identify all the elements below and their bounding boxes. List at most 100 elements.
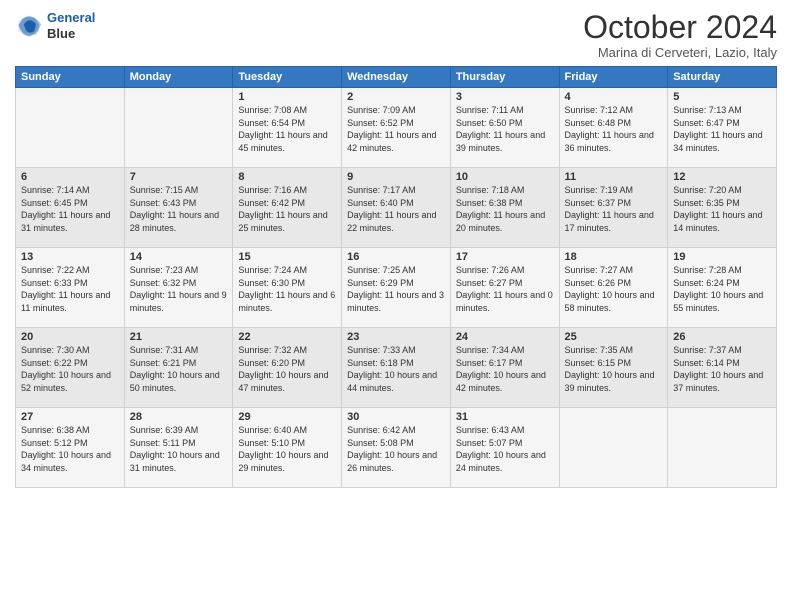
col-header-tuesday: Tuesday xyxy=(233,67,342,88)
day-number: 4 xyxy=(565,91,663,103)
day-number: 19 xyxy=(673,251,771,263)
day-number: 15 xyxy=(238,251,336,263)
header: General Blue October 2024 Marina di Cerv… xyxy=(15,10,777,60)
day-info: Sunrise: 7:25 AM Sunset: 6:29 PM Dayligh… xyxy=(347,264,445,314)
day-number: 30 xyxy=(347,411,445,423)
day-number: 18 xyxy=(565,251,663,263)
day-info: Sunrise: 6:38 AM Sunset: 5:12 PM Dayligh… xyxy=(21,424,119,474)
day-cell: 9Sunrise: 7:17 AM Sunset: 6:40 PM Daylig… xyxy=(342,168,451,248)
day-info: Sunrise: 7:33 AM Sunset: 6:18 PM Dayligh… xyxy=(347,344,445,394)
day-number: 21 xyxy=(130,331,228,343)
day-number: 26 xyxy=(673,331,771,343)
day-info: Sunrise: 7:18 AM Sunset: 6:38 PM Dayligh… xyxy=(456,184,554,234)
day-info: Sunrise: 7:11 AM Sunset: 6:50 PM Dayligh… xyxy=(456,104,554,154)
day-info: Sunrise: 7:37 AM Sunset: 6:14 PM Dayligh… xyxy=(673,344,771,394)
header-row: SundayMondayTuesdayWednesdayThursdayFrid… xyxy=(16,67,777,88)
day-cell: 7Sunrise: 7:15 AM Sunset: 6:43 PM Daylig… xyxy=(124,168,233,248)
day-info: Sunrise: 7:30 AM Sunset: 6:22 PM Dayligh… xyxy=(21,344,119,394)
day-number: 11 xyxy=(565,171,663,183)
day-number: 16 xyxy=(347,251,445,263)
logo-text: General Blue xyxy=(47,10,95,41)
day-cell: 27Sunrise: 6:38 AM Sunset: 5:12 PM Dayli… xyxy=(16,408,125,488)
day-cell: 8Sunrise: 7:16 AM Sunset: 6:42 PM Daylig… xyxy=(233,168,342,248)
day-cell: 30Sunrise: 6:42 AM Sunset: 5:08 PM Dayli… xyxy=(342,408,451,488)
day-number: 20 xyxy=(21,331,119,343)
day-number: 10 xyxy=(456,171,554,183)
day-info: Sunrise: 7:24 AM Sunset: 6:30 PM Dayligh… xyxy=(238,264,336,314)
day-info: Sunrise: 7:20 AM Sunset: 6:35 PM Dayligh… xyxy=(673,184,771,234)
col-header-friday: Friday xyxy=(559,67,668,88)
day-info: Sunrise: 7:35 AM Sunset: 6:15 PM Dayligh… xyxy=(565,344,663,394)
col-header-thursday: Thursday xyxy=(450,67,559,88)
day-info: Sunrise: 7:31 AM Sunset: 6:21 PM Dayligh… xyxy=(130,344,228,394)
day-info: Sunrise: 7:13 AM Sunset: 6:47 PM Dayligh… xyxy=(673,104,771,154)
day-info: Sunrise: 7:14 AM Sunset: 6:45 PM Dayligh… xyxy=(21,184,119,234)
day-number: 22 xyxy=(238,331,336,343)
day-info: Sunrise: 6:39 AM Sunset: 5:11 PM Dayligh… xyxy=(130,424,228,474)
day-number: 27 xyxy=(21,411,119,423)
day-info: Sunrise: 7:19 AM Sunset: 6:37 PM Dayligh… xyxy=(565,184,663,234)
day-number: 8 xyxy=(238,171,336,183)
day-cell: 25Sunrise: 7:35 AM Sunset: 6:15 PM Dayli… xyxy=(559,328,668,408)
day-number: 29 xyxy=(238,411,336,423)
day-cell xyxy=(124,88,233,168)
month-title: October 2024 xyxy=(583,10,777,45)
day-cell: 4Sunrise: 7:12 AM Sunset: 6:48 PM Daylig… xyxy=(559,88,668,168)
location-subtitle: Marina di Cerveteri, Lazio, Italy xyxy=(583,45,777,60)
day-cell: 6Sunrise: 7:14 AM Sunset: 6:45 PM Daylig… xyxy=(16,168,125,248)
day-cell: 24Sunrise: 7:34 AM Sunset: 6:17 PM Dayli… xyxy=(450,328,559,408)
day-cell: 3Sunrise: 7:11 AM Sunset: 6:50 PM Daylig… xyxy=(450,88,559,168)
col-header-monday: Monday xyxy=(124,67,233,88)
day-cell: 28Sunrise: 6:39 AM Sunset: 5:11 PM Dayli… xyxy=(124,408,233,488)
day-info: Sunrise: 7:12 AM Sunset: 6:48 PM Dayligh… xyxy=(565,104,663,154)
logo-line1: General xyxy=(47,10,95,25)
day-number: 3 xyxy=(456,91,554,103)
day-info: Sunrise: 6:43 AM Sunset: 5:07 PM Dayligh… xyxy=(456,424,554,474)
week-row-1: 1Sunrise: 7:08 AM Sunset: 6:54 PM Daylig… xyxy=(16,88,777,168)
day-cell: 12Sunrise: 7:20 AM Sunset: 6:35 PM Dayli… xyxy=(668,168,777,248)
day-number: 28 xyxy=(130,411,228,423)
day-info: Sunrise: 7:32 AM Sunset: 6:20 PM Dayligh… xyxy=(238,344,336,394)
day-info: Sunrise: 7:23 AM Sunset: 6:32 PM Dayligh… xyxy=(130,264,228,314)
day-number: 31 xyxy=(456,411,554,423)
week-row-2: 6Sunrise: 7:14 AM Sunset: 6:45 PM Daylig… xyxy=(16,168,777,248)
day-cell xyxy=(16,88,125,168)
day-cell: 21Sunrise: 7:31 AM Sunset: 6:21 PM Dayli… xyxy=(124,328,233,408)
day-cell: 1Sunrise: 7:08 AM Sunset: 6:54 PM Daylig… xyxy=(233,88,342,168)
day-number: 7 xyxy=(130,171,228,183)
day-cell: 31Sunrise: 6:43 AM Sunset: 5:07 PM Dayli… xyxy=(450,408,559,488)
day-number: 12 xyxy=(673,171,771,183)
day-cell: 2Sunrise: 7:09 AM Sunset: 6:52 PM Daylig… xyxy=(342,88,451,168)
day-cell: 29Sunrise: 6:40 AM Sunset: 5:10 PM Dayli… xyxy=(233,408,342,488)
day-info: Sunrise: 7:16 AM Sunset: 6:42 PM Dayligh… xyxy=(238,184,336,234)
day-cell: 19Sunrise: 7:28 AM Sunset: 6:24 PM Dayli… xyxy=(668,248,777,328)
day-cell: 5Sunrise: 7:13 AM Sunset: 6:47 PM Daylig… xyxy=(668,88,777,168)
day-cell: 15Sunrise: 7:24 AM Sunset: 6:30 PM Dayli… xyxy=(233,248,342,328)
day-cell xyxy=(559,408,668,488)
day-cell: 26Sunrise: 7:37 AM Sunset: 6:14 PM Dayli… xyxy=(668,328,777,408)
day-info: Sunrise: 7:26 AM Sunset: 6:27 PM Dayligh… xyxy=(456,264,554,314)
col-header-saturday: Saturday xyxy=(668,67,777,88)
col-header-wednesday: Wednesday xyxy=(342,67,451,88)
day-cell: 22Sunrise: 7:32 AM Sunset: 6:20 PM Dayli… xyxy=(233,328,342,408)
day-info: Sunrise: 7:22 AM Sunset: 6:33 PM Dayligh… xyxy=(21,264,119,314)
day-cell: 16Sunrise: 7:25 AM Sunset: 6:29 PM Dayli… xyxy=(342,248,451,328)
week-row-5: 27Sunrise: 6:38 AM Sunset: 5:12 PM Dayli… xyxy=(16,408,777,488)
calendar-table: SundayMondayTuesdayWednesdayThursdayFrid… xyxy=(15,66,777,488)
day-info: Sunrise: 6:42 AM Sunset: 5:08 PM Dayligh… xyxy=(347,424,445,474)
day-number: 9 xyxy=(347,171,445,183)
day-number: 14 xyxy=(130,251,228,263)
day-number: 2 xyxy=(347,91,445,103)
day-cell: 10Sunrise: 7:18 AM Sunset: 6:38 PM Dayli… xyxy=(450,168,559,248)
day-info: Sunrise: 7:08 AM Sunset: 6:54 PM Dayligh… xyxy=(238,104,336,154)
page: General Blue October 2024 Marina di Cerv… xyxy=(0,0,792,612)
day-cell: 13Sunrise: 7:22 AM Sunset: 6:33 PM Dayli… xyxy=(16,248,125,328)
logo-line2: Blue xyxy=(47,26,95,42)
day-number: 17 xyxy=(456,251,554,263)
day-cell xyxy=(668,408,777,488)
day-info: Sunrise: 7:09 AM Sunset: 6:52 PM Dayligh… xyxy=(347,104,445,154)
day-info: Sunrise: 7:34 AM Sunset: 6:17 PM Dayligh… xyxy=(456,344,554,394)
day-cell: 14Sunrise: 7:23 AM Sunset: 6:32 PM Dayli… xyxy=(124,248,233,328)
logo: General Blue xyxy=(15,10,95,41)
day-info: Sunrise: 7:15 AM Sunset: 6:43 PM Dayligh… xyxy=(130,184,228,234)
